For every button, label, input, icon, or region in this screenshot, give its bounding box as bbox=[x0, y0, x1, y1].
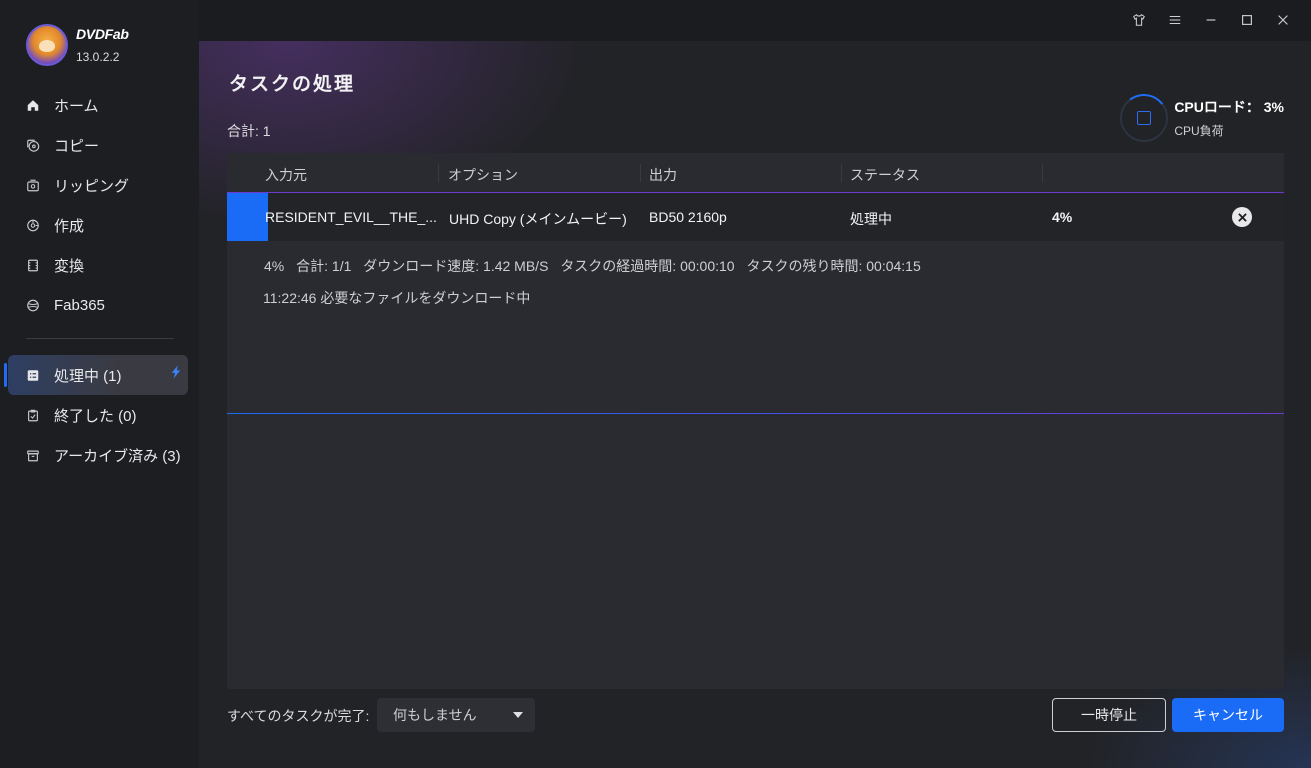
header-option: オプション bbox=[448, 167, 518, 183]
task-log: 11:22:46 必要なファイルをダウンロード中 bbox=[263, 290, 531, 306]
after-completion-label: すべてのタスクが完了: bbox=[227, 708, 370, 724]
sidebar-item-home[interactable]: ホーム bbox=[0, 85, 199, 125]
cpu-sub-label: CPU負荷 bbox=[1174, 124, 1224, 138]
header-source: 入力元 bbox=[265, 167, 307, 183]
title-bar bbox=[199, 0, 1311, 41]
close-button[interactable] bbox=[1265, 9, 1301, 31]
sidebar-item-archived[interactable]: アーカイブ済み (3) bbox=[0, 435, 199, 475]
sidebar-item-label: コピー bbox=[54, 137, 100, 155]
header-separator bbox=[640, 164, 641, 182]
detail-count: 合計: 1/1 bbox=[296, 258, 352, 274]
ripping-icon bbox=[26, 178, 40, 192]
detail-speed: ダウンロード速度: 1.42 MB/S bbox=[363, 258, 549, 274]
sidebar-item-create[interactable]: 作成 bbox=[0, 205, 199, 245]
detail-progress: 4% bbox=[264, 258, 285, 274]
create-icon bbox=[26, 218, 40, 232]
clipboard-check-icon bbox=[26, 408, 40, 422]
archive-icon bbox=[26, 448, 40, 462]
lightning-icon bbox=[171, 365, 181, 382]
brand: DVDFab 13.0.2.2 bbox=[26, 24, 129, 66]
app-logo bbox=[26, 24, 68, 66]
menu-button[interactable] bbox=[1157, 9, 1193, 31]
cpu-gauge bbox=[1120, 94, 1169, 142]
detail-remaining: タスクの残り時間: 00:04:15 bbox=[746, 258, 921, 274]
skin-icon bbox=[1133, 13, 1145, 26]
maximize-button[interactable] bbox=[1229, 9, 1265, 31]
app-version: 13.0.2.2 bbox=[76, 50, 120, 64]
maximize-icon bbox=[1242, 15, 1252, 25]
pause-button[interactable]: 一時停止 bbox=[1052, 698, 1166, 732]
detail-elapsed: タスクの経過時間: 00:00:10 bbox=[560, 258, 735, 274]
sidebar-item-label: リッピング bbox=[54, 177, 130, 195]
task-table: 入力元 オプション 出力 ステータス RESIDENT_EVIL__THE_..… bbox=[227, 153, 1284, 689]
fab365-icon bbox=[26, 298, 40, 312]
sidebar-item-label: 処理中 (1) bbox=[54, 367, 122, 385]
header-separator bbox=[438, 164, 439, 182]
cpu-load-label: CPUロード： 3% bbox=[1174, 99, 1284, 115]
table-header: 入力元 オプション 出力 ステータス bbox=[227, 153, 1284, 193]
row-status: 処理中 bbox=[850, 211, 892, 227]
page-title: タスクの処理 bbox=[229, 74, 356, 95]
sidebar: DVDFab 13.0.2.2 ホーム コピー リッピング 作成 変換 Fab3… bbox=[0, 0, 199, 768]
after-completion-select[interactable]: 何もしません bbox=[377, 698, 535, 732]
header-output: 出力 bbox=[649, 167, 677, 183]
row-output: BD50 2160p bbox=[649, 209, 727, 225]
sidebar-item-convert[interactable]: 変換 bbox=[0, 245, 199, 285]
row-percent: 4% bbox=[1052, 209, 1073, 225]
sidebar-item-processing[interactable]: 処理中 (1) bbox=[4, 355, 188, 395]
convert-icon bbox=[26, 258, 40, 272]
window-controls bbox=[1121, 9, 1301, 31]
total-count: 合計: 1 bbox=[227, 123, 271, 139]
chevron-down-icon bbox=[513, 712, 523, 718]
row-progress-indicator bbox=[227, 193, 268, 241]
skin-button[interactable] bbox=[1121, 9, 1157, 31]
sidebar-item-label: アーカイブ済み (3) bbox=[54, 447, 181, 465]
cpu-chip-icon bbox=[1137, 111, 1152, 125]
close-icon bbox=[1237, 212, 1247, 222]
minimize-button[interactable] bbox=[1193, 9, 1229, 31]
main-nav: ホーム コピー リッピング 作成 変換 Fab365 bbox=[0, 85, 199, 325]
task-detail-panel: 4% 合計: 1/1 ダウンロード速度: 1.42 MB/S タスクの経過時間:… bbox=[227, 241, 1268, 413]
remove-task-button[interactable] bbox=[1232, 207, 1252, 227]
main-panel: タスクの処理 合計: 1 CPUロード： 3% CPU負荷 入力元 オプション … bbox=[199, 41, 1311, 768]
sidebar-item-label: Fab365 bbox=[54, 296, 105, 314]
copy-disc-icon bbox=[26, 138, 40, 152]
cpu-load-widget: CPUロード： 3% CPU負荷 bbox=[1120, 94, 1284, 142]
menu-icon bbox=[1169, 15, 1181, 25]
after-completion-value: 何もしません bbox=[393, 707, 477, 723]
header-separator bbox=[1042, 164, 1043, 182]
sidebar-item-label: 変換 bbox=[54, 257, 85, 275]
cancel-button[interactable]: キャンセル bbox=[1172, 698, 1284, 732]
task-list-icon bbox=[26, 368, 40, 382]
minimize-icon bbox=[1206, 19, 1216, 21]
header-status: ステータス bbox=[850, 167, 920, 183]
sidebar-divider bbox=[26, 338, 174, 339]
row-source: RESIDENT_EVIL__THE_... bbox=[265, 209, 437, 225]
row-option: UHD Copy (メインムービー) bbox=[449, 211, 627, 227]
header-separator bbox=[841, 164, 842, 182]
task-stats: 4% 合計: 1/1 ダウンロード速度: 1.42 MB/S タスクの経過時間:… bbox=[264, 256, 929, 276]
sidebar-item-label: 終了した (0) bbox=[54, 407, 137, 425]
detail-divider bbox=[227, 413, 1284, 414]
close-icon bbox=[1278, 15, 1288, 25]
sidebar-item-label: 作成 bbox=[54, 217, 85, 235]
sidebar-item-label: ホーム bbox=[54, 97, 99, 115]
sidebar-item-fab365[interactable]: Fab365 bbox=[0, 285, 199, 325]
queue-nav: 処理中 (1) 終了した (0) アーカイブ済み (3) bbox=[0, 355, 199, 475]
sidebar-item-copy[interactable]: コピー bbox=[0, 125, 199, 165]
sidebar-item-ripping[interactable]: リッピング bbox=[0, 165, 199, 205]
table-row[interactable]: RESIDENT_EVIL__THE_... UHD Copy (メインムービー… bbox=[227, 193, 1284, 241]
sidebar-item-finished[interactable]: 終了した (0) bbox=[0, 395, 199, 435]
app-name: DVDFab bbox=[76, 26, 129, 42]
home-icon bbox=[26, 98, 40, 112]
